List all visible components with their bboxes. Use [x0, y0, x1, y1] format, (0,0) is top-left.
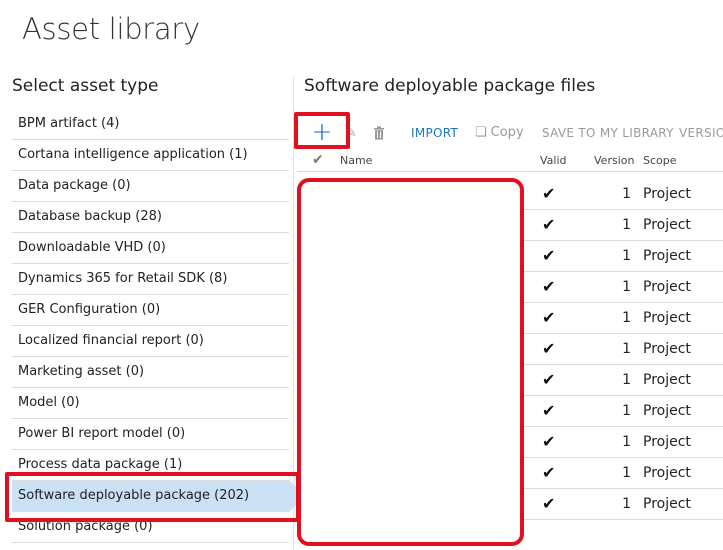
valid-check-icon: ✔ [542, 184, 556, 203]
scope-cell: Project [643, 341, 691, 357]
scope-cell: Project [643, 434, 691, 450]
copy-button[interactable]: ❏ Copy [475, 117, 524, 149]
valid-check-icon: ✔ [542, 432, 556, 451]
valid-check-icon: ✔ [542, 339, 556, 358]
scope-cell: Project [643, 279, 691, 295]
version-cell: 1 [622, 465, 631, 481]
copy-label: Copy [490, 125, 524, 140]
version-cell: 1 [622, 186, 631, 202]
scope-cell: Project [643, 403, 691, 419]
add-button-highlight [294, 112, 350, 149]
asset-type-item[interactable]: Dynamics 365 for Retail SDK (8) [12, 264, 289, 295]
asset-type-item[interactable]: Downloadable VHD (0) [12, 233, 289, 264]
scope-cell: Project [643, 248, 691, 264]
package-files-heading: Software deployable package files [304, 76, 596, 96]
selected-item-highlight [5, 472, 300, 522]
version-cell: 1 [622, 248, 631, 264]
grid-header: ✔ Name Valid Version Scope [297, 152, 723, 172]
version-cell: 1 [622, 372, 631, 388]
asset-type-item[interactable]: Data package (0) [12, 171, 289, 202]
redacted-names-highlight [297, 178, 524, 546]
asset-type-item[interactable]: BPM artifact (4) [12, 109, 289, 140]
valid-check-icon: ✔ [542, 494, 556, 513]
import-button[interactable]: IMPORT [411, 117, 458, 149]
column-header-version[interactable]: Version [594, 154, 634, 167]
version-cell: 1 [622, 434, 631, 450]
asset-type-item[interactable]: Marketing asset (0) [12, 357, 289, 388]
version-cell: 1 [622, 341, 631, 357]
select-all-checkbox[interactable]: ✔ [312, 152, 324, 168]
asset-type-item[interactable]: GER Configuration (0) [12, 295, 289, 326]
column-header-name[interactable]: Name [340, 154, 372, 167]
valid-check-icon: ✔ [542, 401, 556, 420]
scope-cell: Project [643, 186, 691, 202]
version-cell: 1 [622, 217, 631, 233]
save-to-library-button[interactable]: SAVE TO MY LIBRARY [542, 117, 674, 149]
version-cell: 1 [622, 403, 631, 419]
copy-icon: ❏ [475, 125, 487, 140]
column-header-scope[interactable]: Scope [643, 154, 677, 167]
scope-cell: Project [643, 310, 691, 326]
scope-cell: Project [643, 217, 691, 233]
asset-type-item[interactable]: Database backup (28) [12, 202, 289, 233]
column-header-valid[interactable]: Valid [540, 154, 567, 167]
scope-cell: Project [643, 372, 691, 388]
valid-check-icon: ✔ [542, 463, 556, 482]
asset-type-heading: Select asset type [12, 76, 159, 96]
version-cell: 1 [622, 310, 631, 326]
trash-icon[interactable] [373, 117, 389, 149]
page-title: Asset library [22, 12, 200, 46]
toolbar: + ✎ IMPORT ❏ Copy SAVE TO MY LIBRARY VERS… [297, 117, 723, 149]
version-cell: 1 [622, 496, 631, 512]
valid-check-icon: ✔ [542, 215, 556, 234]
asset-type-item[interactable]: Cortana intelligence application (1) [12, 140, 289, 171]
valid-check-icon: ✔ [542, 277, 556, 296]
valid-check-icon: ✔ [542, 308, 556, 327]
scope-cell: Project [643, 465, 691, 481]
scope-cell: Project [643, 496, 691, 512]
version-cell: 1 [622, 279, 631, 295]
asset-type-item[interactable]: Power BI report model (0) [12, 419, 289, 450]
valid-check-icon: ✔ [542, 370, 556, 389]
valid-check-icon: ✔ [542, 246, 556, 265]
asset-type-item[interactable]: Model (0) [12, 388, 289, 419]
version-button[interactable]: VERSION [679, 117, 723, 149]
asset-type-item[interactable]: Localized financial report (0) [12, 326, 289, 357]
